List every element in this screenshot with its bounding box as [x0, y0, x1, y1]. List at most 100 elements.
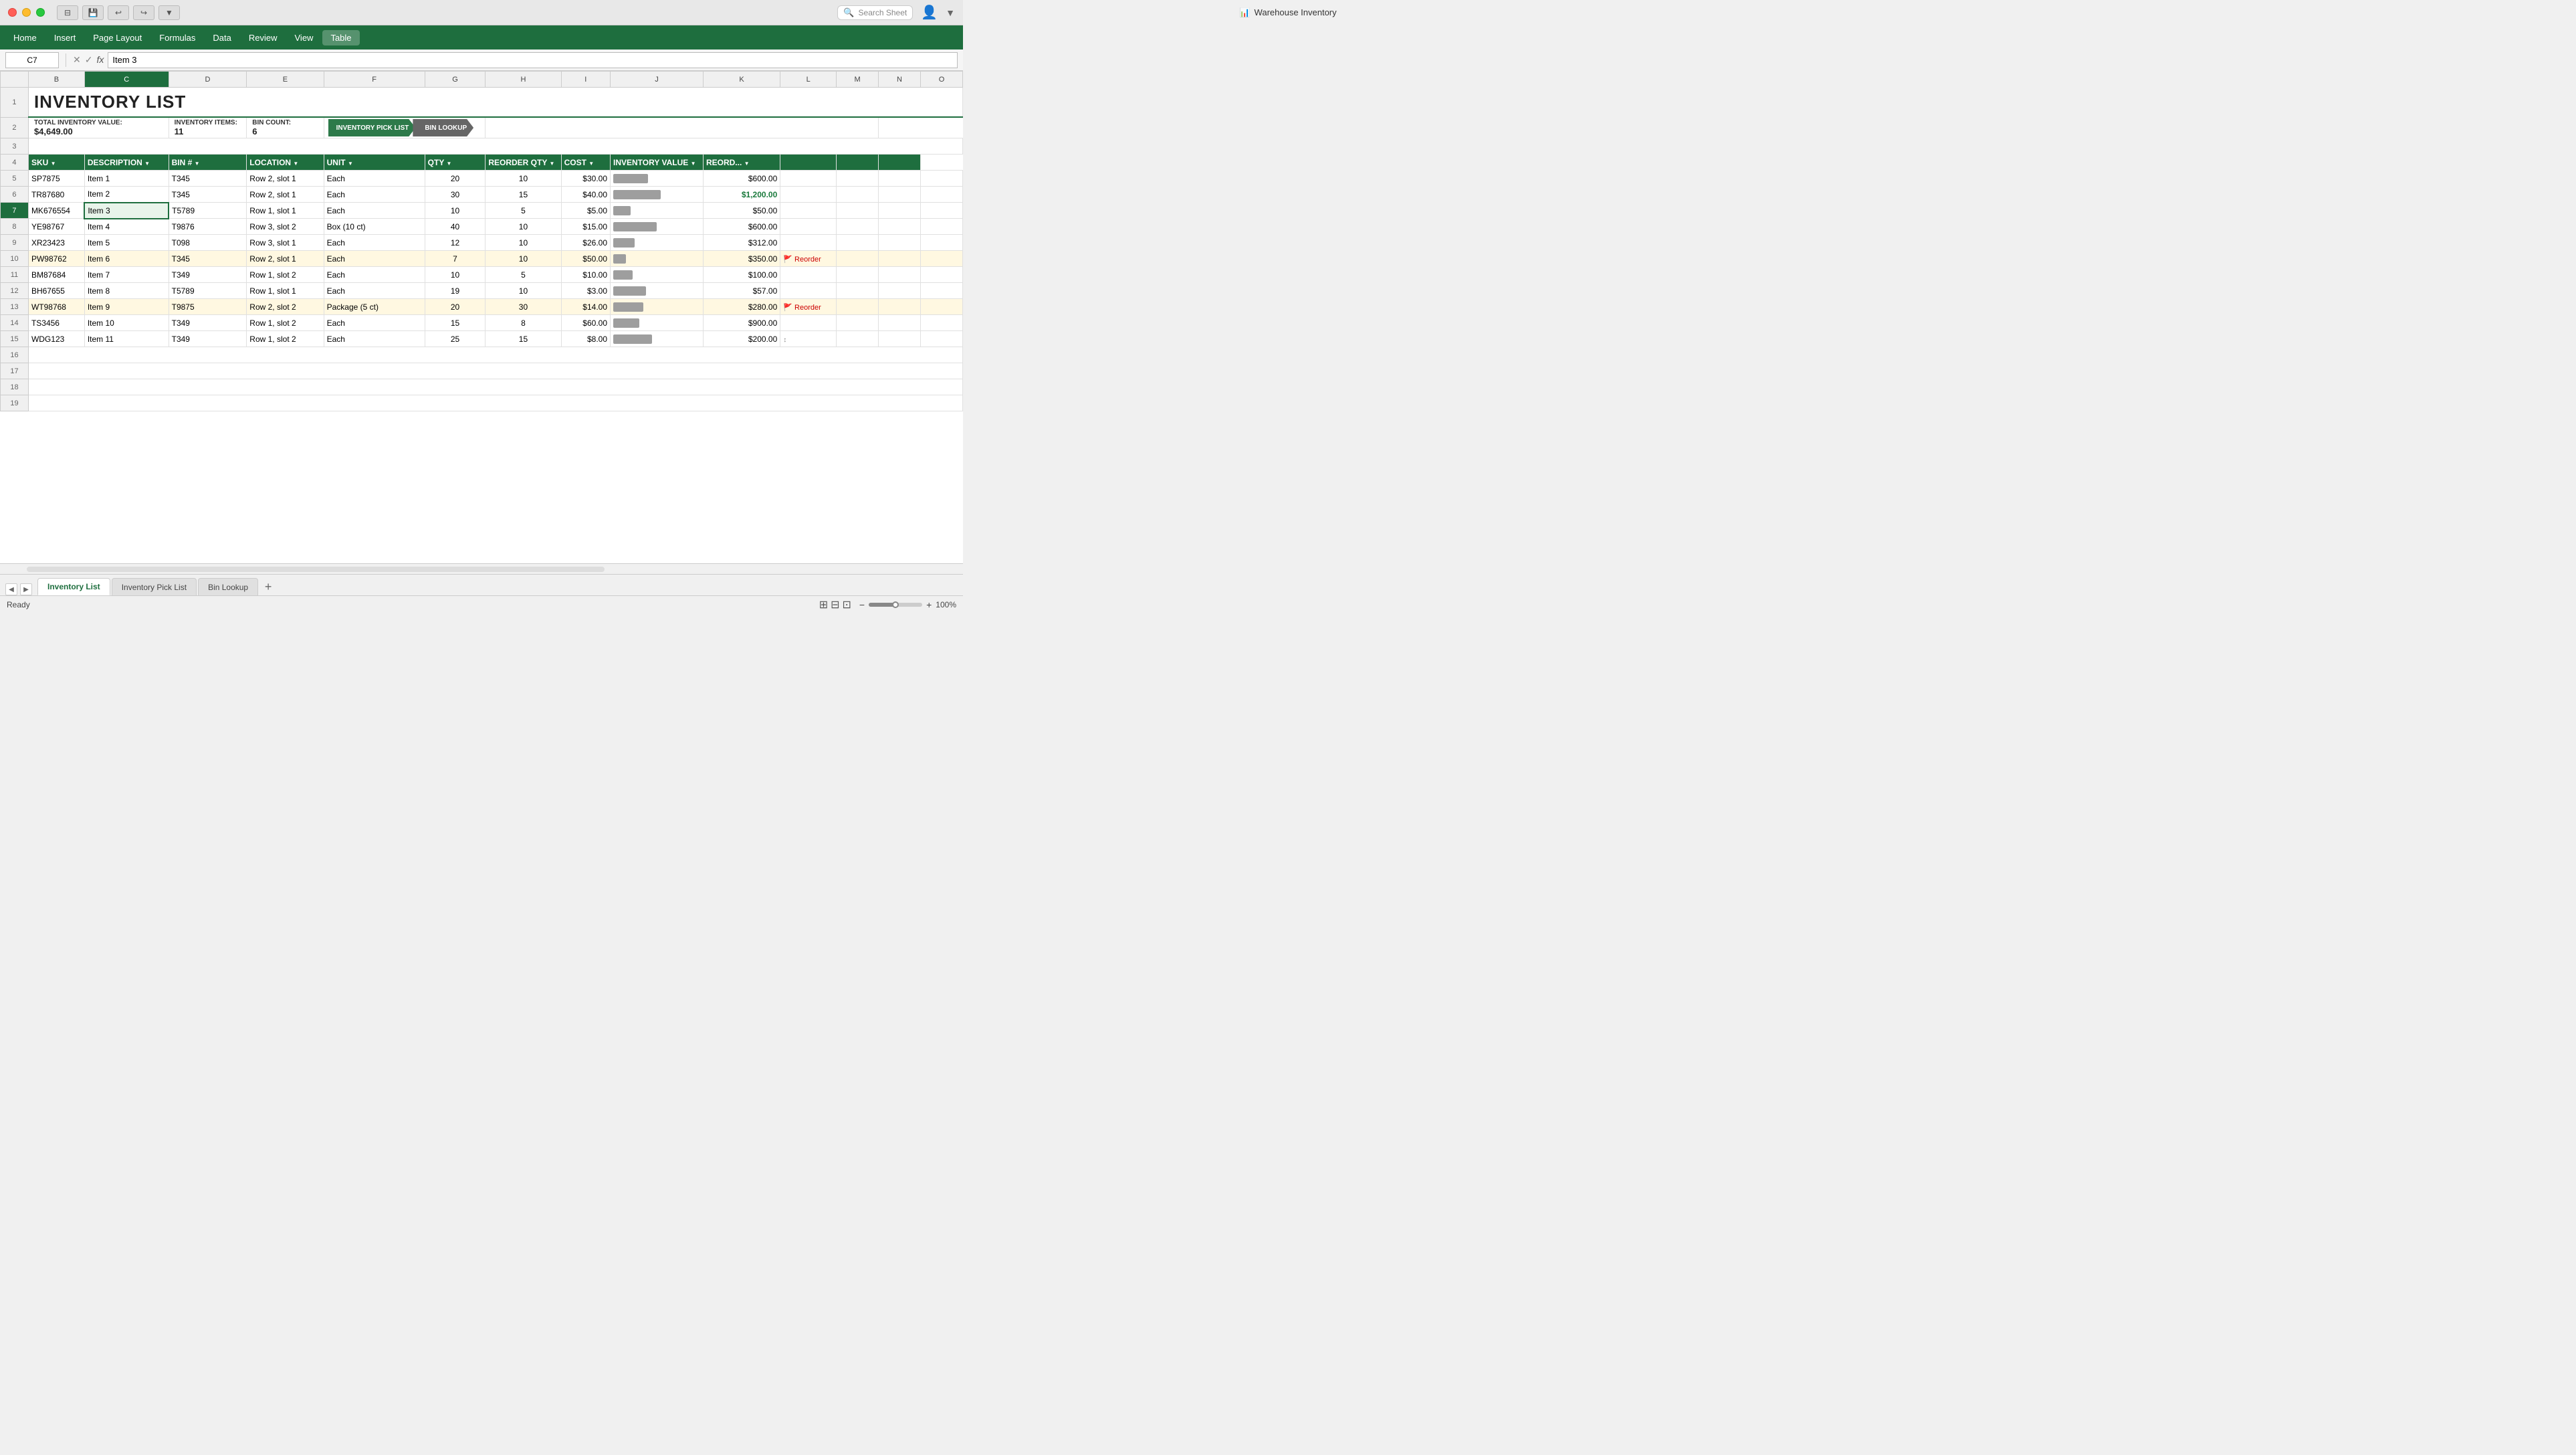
loc-12[interactable]: Row 1, slot 1 — [247, 283, 324, 299]
unit-13[interactable]: Package (5 ct) — [324, 299, 425, 315]
reorder-qty-15[interactable]: 15 — [486, 331, 561, 347]
inv-val-9[interactable]: $312.00 — [703, 235, 780, 251]
loc-6[interactable]: Row 2, slot 1 — [247, 187, 324, 203]
bin-6[interactable]: T345 — [169, 187, 247, 203]
sku-11[interactable]: BM87684 — [28, 267, 84, 283]
col-cost[interactable]: COST ▼ — [561, 155, 610, 171]
unit-dropdown-arrow[interactable]: ▼ — [348, 161, 353, 167]
save-icon[interactable]: 💾 — [82, 5, 104, 20]
cost-15[interactable]: $8.00 — [561, 331, 610, 347]
col-header-e[interactable]: E — [247, 72, 324, 88]
formula-confirm-icon[interactable]: ✓ — [85, 54, 93, 66]
col-header-i[interactable]: I — [561, 72, 610, 88]
grid-area[interactable]: B C D E F G H I J K L M N O — [0, 71, 963, 563]
desc-15[interactable]: Item 11 — [84, 331, 169, 347]
page-view-icon[interactable]: ⊟ — [831, 598, 839, 611]
sidebar-toggle-icon[interactable]: ⊟ — [57, 5, 78, 20]
desc-5[interactable]: Item 1 — [84, 171, 169, 187]
col-header-h[interactable]: H — [486, 72, 561, 88]
unit-11[interactable]: Each — [324, 267, 425, 283]
sheet-tab-bin-lookup[interactable]: Bin Lookup — [198, 578, 258, 595]
qty-9[interactable]: 12 — [425, 235, 486, 251]
sku-dropdown-arrow[interactable]: ▼ — [51, 161, 56, 167]
menu-home[interactable]: Home — [5, 30, 45, 45]
loc-10[interactable]: Row 2, slot 1 — [247, 251, 324, 267]
qty-11[interactable]: 10 — [425, 267, 486, 283]
qty-7[interactable]: 10 — [425, 203, 486, 219]
col-header-j[interactable]: J — [611, 72, 704, 88]
inv-val-7[interactable]: $50.00 — [703, 203, 780, 219]
bin-9[interactable]: T098 — [169, 235, 247, 251]
sku-13[interactable]: WT98768 — [28, 299, 84, 315]
reorder-qty-5[interactable]: 10 — [486, 171, 561, 187]
cost-10[interactable]: $50.00 — [561, 251, 610, 267]
formula-fx-icon[interactable]: fx — [96, 54, 104, 66]
cost-6[interactable]: $40.00 — [561, 187, 610, 203]
sku-7[interactable]: MK676554 — [28, 203, 84, 219]
unit-14[interactable]: Each — [324, 315, 425, 331]
sheet-tab-inventory-pick-list[interactable]: Inventory Pick List — [112, 578, 197, 595]
unit-9[interactable]: Each — [324, 235, 425, 251]
col-header-d[interactable]: D — [169, 72, 247, 88]
cell-reference-input[interactable] — [5, 52, 59, 68]
qty-dropdown-arrow[interactable]: ▼ — [446, 161, 451, 167]
sku-5[interactable]: SP7875 — [28, 171, 84, 187]
desc-8[interactable]: Item 4 — [84, 219, 169, 235]
reorder-qty-6[interactable]: 15 — [486, 187, 561, 203]
qty-6[interactable]: 30 — [425, 187, 486, 203]
reorder-qty-13[interactable]: 30 — [486, 299, 561, 315]
loc-13[interactable]: Row 2, slot 2 — [247, 299, 324, 315]
bin-8[interactable]: T9876 — [169, 219, 247, 235]
col-header-l[interactable]: L — [780, 72, 837, 88]
sheet-tab-inventory-list[interactable]: Inventory List — [37, 578, 110, 595]
horizontal-scrollbar[interactable] — [0, 563, 963, 574]
loc-14[interactable]: Row 1, slot 2 — [247, 315, 324, 331]
reorder-qty-dropdown-arrow[interactable]: ▼ — [549, 161, 554, 167]
unit-7[interactable]: Each — [324, 203, 425, 219]
unit-10[interactable]: Each — [324, 251, 425, 267]
zoom-in-button[interactable]: + — [926, 599, 932, 610]
cost-9[interactable]: $26.00 — [561, 235, 610, 251]
loc-5[interactable]: Row 2, slot 1 — [247, 171, 324, 187]
desc-12[interactable]: Item 8 — [84, 283, 169, 299]
col-header-k[interactable]: K — [703, 72, 780, 88]
add-sheet-button[interactable]: + — [259, 578, 277, 595]
minimize-button[interactable] — [22, 8, 31, 17]
menu-formulas[interactable]: Formulas — [151, 30, 203, 45]
reorder-qty-14[interactable]: 8 — [486, 315, 561, 331]
desc-13[interactable]: Item 9 — [84, 299, 169, 315]
reorder-qty-11[interactable]: 5 — [486, 267, 561, 283]
bin-13[interactable]: T9875 — [169, 299, 247, 315]
qty-13[interactable]: 20 — [425, 299, 486, 315]
menu-table[interactable]: Table — [322, 30, 359, 45]
menu-insert[interactable]: Insert — [46, 30, 84, 45]
menu-data[interactable]: Data — [205, 30, 239, 45]
inv-val-8[interactable]: $600.00 — [703, 219, 780, 235]
inv-val-11[interactable]: $100.00 — [703, 267, 780, 283]
reorder-qty-7[interactable]: 5 — [486, 203, 561, 219]
loc-8[interactable]: Row 3, slot 2 — [247, 219, 324, 235]
loc-15[interactable]: Row 1, slot 2 — [247, 331, 324, 347]
inv-val-12[interactable]: $57.00 — [703, 283, 780, 299]
bin-7[interactable]: T5789 — [169, 203, 247, 219]
sku-8[interactable]: YE98767 — [28, 219, 84, 235]
account-icon[interactable]: 👤 — [921, 4, 938, 21]
bin-12[interactable]: T5789 — [169, 283, 247, 299]
unit-15[interactable]: Each — [324, 331, 425, 347]
inv-val-15[interactable]: $200.00 — [703, 331, 780, 347]
desc-6[interactable]: Item 2 — [84, 187, 169, 203]
menu-page-layout[interactable]: Page Layout — [85, 30, 150, 45]
col-header-f[interactable]: F — [324, 72, 425, 88]
col-header-b[interactable]: B — [28, 72, 84, 88]
desc-14[interactable]: Item 10 — [84, 315, 169, 331]
sku-6[interactable]: TR87680 — [28, 187, 84, 203]
desc-10[interactable]: Item 6 — [84, 251, 169, 267]
bin-lookup-button[interactable]: BIN LOOKUP — [413, 119, 473, 136]
inv-val-14[interactable]: $900.00 — [703, 315, 780, 331]
col-inventory-value[interactable]: INVENTORY VALUE ▼ — [611, 155, 704, 171]
sku-10[interactable]: PW98762 — [28, 251, 84, 267]
bin-dropdown-arrow[interactable]: ▼ — [195, 161, 200, 167]
qty-14[interactable]: 15 — [425, 315, 486, 331]
desc-dropdown-arrow[interactable]: ▼ — [144, 161, 150, 167]
title-cell[interactable]: INVENTORY LIST — [28, 88, 962, 118]
